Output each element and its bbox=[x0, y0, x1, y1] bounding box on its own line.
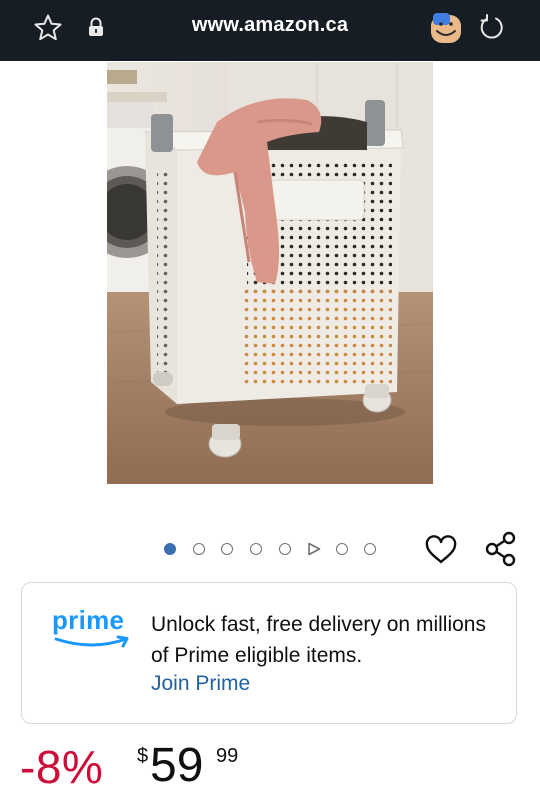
product-image[interactable] bbox=[107, 62, 433, 484]
reload-icon[interactable] bbox=[477, 12, 507, 42]
browser-toolbar: www.amazon.ca bbox=[0, 0, 540, 61]
carousel-dot-active[interactable] bbox=[164, 543, 176, 555]
prime-logo: prime bbox=[52, 605, 132, 657]
heart-icon[interactable] bbox=[424, 535, 458, 565]
discount-percentage: -8% bbox=[20, 741, 104, 793]
image-carousel-indicator bbox=[162, 540, 382, 560]
join-prime-link[interactable]: Join Prime bbox=[151, 672, 250, 696]
smile-arrow-icon bbox=[54, 635, 129, 648]
carousel-dot[interactable] bbox=[364, 543, 376, 555]
prime-promo-card: prime Unlock fast, free delivery on mill… bbox=[21, 582, 517, 724]
prime-logo-text: prime bbox=[52, 605, 125, 635]
carousel-dot[interactable] bbox=[279, 543, 291, 555]
price-currency-symbol: $ bbox=[137, 745, 149, 767]
share-icon[interactable] bbox=[484, 531, 518, 567]
price-fraction: 99 bbox=[216, 745, 239, 767]
address-bar-url[interactable]: www.amazon.ca bbox=[150, 14, 390, 37]
carousel-dot[interactable] bbox=[221, 543, 233, 555]
prime-message: Unlock fast, free delivery on millions o… bbox=[151, 613, 486, 667]
lock-icon[interactable] bbox=[86, 16, 106, 38]
avatar-icon[interactable] bbox=[428, 10, 464, 46]
carousel-dot[interactable] bbox=[250, 543, 262, 555]
carousel-dot[interactable] bbox=[193, 543, 205, 555]
star-icon[interactable] bbox=[33, 13, 63, 43]
carousel-dot[interactable] bbox=[336, 543, 348, 555]
video-play-icon[interactable] bbox=[307, 542, 321, 556]
price-whole: 59 bbox=[150, 739, 204, 792]
